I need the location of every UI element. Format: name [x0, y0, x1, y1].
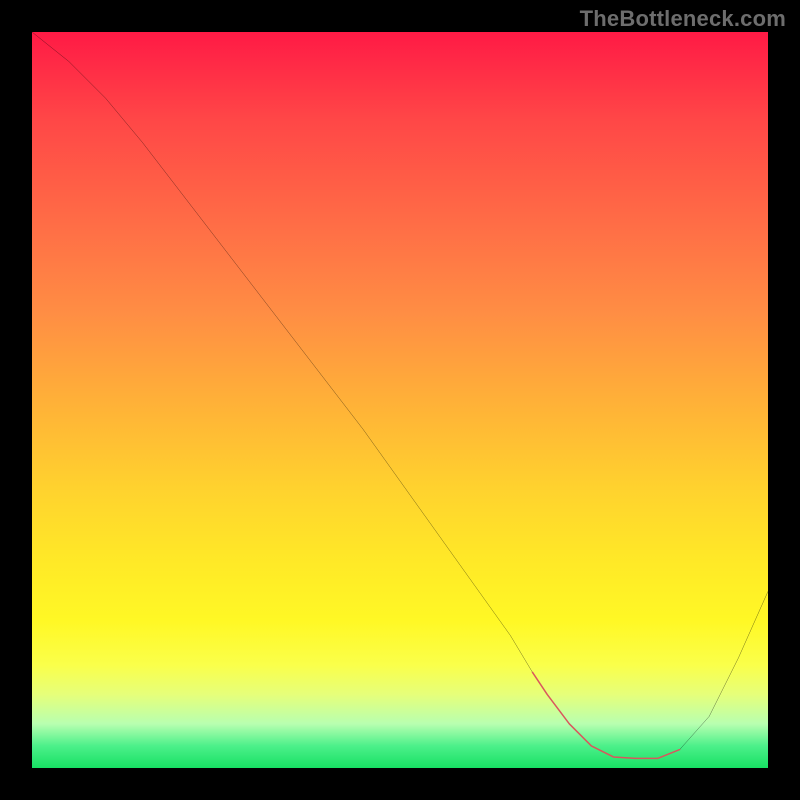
- chart-canvas: TheBottleneck.com: [0, 0, 800, 800]
- watermark-text: TheBottleneck.com: [580, 6, 786, 32]
- main-curve: [32, 32, 768, 758]
- highlight-curve: [532, 672, 679, 758]
- plot-area: [32, 32, 768, 768]
- curve-layer: [32, 32, 768, 768]
